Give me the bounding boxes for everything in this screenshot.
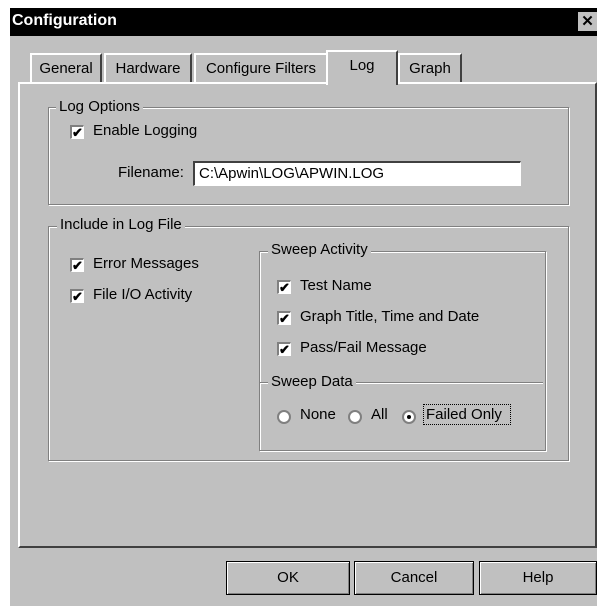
sweep-data-label: Sweep Data [268, 373, 356, 390]
file-io-checkbox[interactable]: ✔ [70, 289, 84, 303]
include-in-log-label: Include in Log File [57, 216, 185, 233]
help-button[interactable]: Help [479, 561, 597, 595]
selected-dot-icon [407, 415, 411, 419]
check-icon: ✔ [72, 289, 83, 304]
tab-label: Configure Filters [205, 60, 317, 77]
enable-logging-label: Enable Logging [93, 122, 198, 139]
cancel-button[interactable]: Cancel [354, 561, 474, 595]
help-label: Help [522, 569, 554, 586]
tab-label: Graph [409, 60, 451, 77]
check-icon: ✔ [279, 342, 290, 357]
error-messages-checkbox[interactable]: ✔ [70, 258, 84, 272]
ok-button[interactable]: OK [226, 561, 350, 595]
tab-graph[interactable]: Graph [398, 53, 462, 82]
check-icon: ✔ [72, 125, 83, 140]
filename-label: Filename: [118, 164, 184, 181]
radio-none-label: None [300, 406, 336, 423]
test-name-label: Test Name [300, 277, 372, 294]
tab-label: Hardware [115, 60, 181, 77]
radio-failed-only-label: Failed Only [423, 404, 511, 425]
check-icon: ✔ [72, 258, 83, 273]
radio-all-label: All [371, 406, 388, 423]
window-title: Configuration [12, 12, 117, 29]
filename-input[interactable]: C:\Apwin\LOG\APWIN.LOG [193, 161, 521, 186]
check-icon: ✔ [279, 311, 290, 326]
check-icon: ✔ [279, 280, 290, 295]
sweep-activity-label: Sweep Activity [268, 241, 371, 258]
radio-all[interactable] [348, 410, 362, 424]
close-button[interactable]: ✕ [578, 12, 597, 31]
enable-logging-checkbox[interactable]: ✔ [70, 125, 84, 139]
graph-title-checkbox[interactable]: ✔ [277, 311, 291, 325]
ok-label: OK [277, 569, 299, 586]
test-name-checkbox[interactable]: ✔ [277, 280, 291, 294]
tab-configure-filters[interactable]: Configure Filters [194, 53, 328, 82]
error-messages-label: Error Messages [93, 255, 199, 272]
pass-fail-checkbox[interactable]: ✔ [277, 342, 291, 356]
radio-none[interactable] [277, 410, 291, 424]
tab-log[interactable]: Log [326, 50, 398, 85]
cancel-label: Cancel [390, 569, 438, 586]
log-options-label: Log Options [56, 98, 143, 115]
tab-label: Log [349, 57, 375, 74]
tab-hardware[interactable]: Hardware [104, 53, 192, 82]
tab-general[interactable]: General [30, 53, 102, 82]
tab-label: General [39, 60, 93, 77]
graph-title-label: Graph Title, Time and Date [300, 308, 480, 325]
file-io-label: File I/O Activity [93, 286, 193, 303]
close-icon: ✕ [581, 13, 594, 30]
pass-fail-label: Pass/Fail Message [300, 339, 427, 356]
radio-failed-only[interactable] [402, 410, 416, 424]
